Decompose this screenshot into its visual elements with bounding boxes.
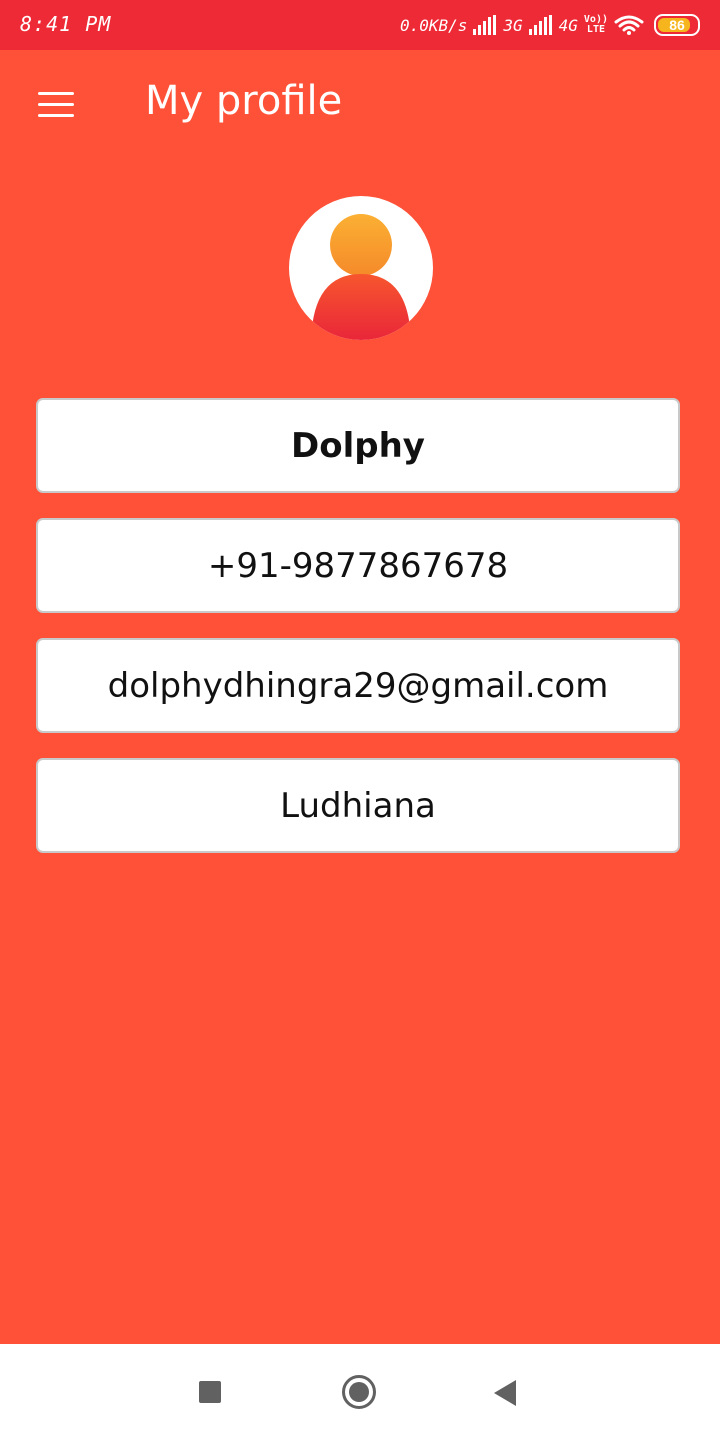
signal-bars-icon	[528, 15, 552, 35]
hamburger-menu-icon[interactable]	[36, 90, 76, 120]
status-bar: 8:41 PM 0.0KB/s 3G 4G Vo)) LTE 86	[0, 0, 720, 50]
volte-indicator: Vo)) LTE	[584, 15, 608, 35]
status-indicators: 0.0KB/s 3G 4G Vo)) LTE 86	[400, 9, 700, 41]
status-time: 8:41 PM	[20, 12, 112, 36]
home-inner-dot	[349, 1382, 369, 1402]
app-bar: My profile	[0, 50, 720, 160]
network-type-label: 4G	[558, 15, 578, 35]
page-title: My profile	[145, 78, 343, 124]
phone-field[interactable]: +91-9877867678	[36, 518, 680, 613]
circle-home-icon[interactable]	[342, 1375, 376, 1409]
profile-avatar[interactable]	[289, 196, 433, 340]
network-type-label: 3G	[503, 15, 523, 35]
volte-line: LTE	[586, 24, 605, 35]
network-speed: 0.0KB/s	[399, 15, 468, 35]
name-field[interactable]: Dolphy	[36, 398, 680, 493]
email-field[interactable]: dolphydhingra29@gmail.com	[36, 638, 680, 733]
navigation-bar	[0, 1344, 720, 1440]
battery-indicator: 86	[654, 14, 700, 36]
signal-bars-icon	[473, 15, 497, 35]
battery-level: 86	[669, 17, 685, 33]
triangle-back-icon[interactable]	[494, 1380, 516, 1406]
person-avatar-icon	[311, 214, 411, 340]
square-recents-icon[interactable]	[199, 1381, 221, 1403]
wifi-icon	[614, 15, 644, 35]
city-field[interactable]: Ludhiana	[36, 758, 680, 853]
